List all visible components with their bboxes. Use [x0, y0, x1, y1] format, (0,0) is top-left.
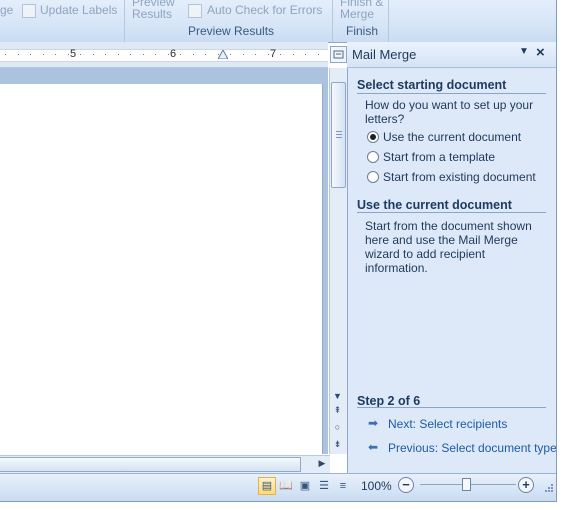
web-layout-icon[interactable]: ▣ — [296, 477, 314, 495]
pane-header: Mail Merge ▼ × — [347, 42, 556, 68]
ruler-tick — [280, 54, 281, 55]
close-icon[interactable]: × — [536, 44, 545, 61]
ruler-tick — [255, 54, 256, 55]
ruler-tick — [17, 54, 19, 55]
previous-page-icon[interactable]: ⇞ — [331, 404, 344, 416]
scroll-down-arrow-icon[interactable]: ▼ — [331, 390, 344, 402]
radio-from-existing[interactable] — [367, 171, 379, 183]
section-divider — [357, 212, 546, 213]
full-screen-reading-icon[interactable]: 📖 — [277, 477, 295, 495]
ruler-strip — [0, 49, 328, 62]
auto-check-icon — [188, 4, 202, 18]
ruler-tick — [130, 54, 131, 55]
ruler-tick — [317, 54, 319, 55]
select-browse-object-icon[interactable]: ○ — [331, 421, 344, 433]
ruler-tick — [180, 54, 181, 55]
print-layout-view-icon[interactable]: ▤ — [258, 477, 276, 495]
ruler-tick — [292, 54, 294, 55]
zoom-level[interactable]: 100% — [361, 479, 392, 493]
scroll-right-arrow-icon[interactable]: ▶ — [316, 457, 328, 470]
document-page[interactable] — [0, 84, 323, 454]
radio-label-from-existing[interactable]: Start from existing document — [383, 170, 536, 184]
next-step-link[interactable]: Next: Select recipients — [388, 417, 507, 431]
finish-merge-button[interactable]: Finish & Merge — [340, 0, 386, 20]
ruler-tick — [205, 54, 206, 55]
group-label-preview-results: Preview Results — [188, 24, 275, 38]
ruler-tick — [305, 54, 306, 55]
pane-title: Mail Merge — [352, 47, 417, 62]
horizontal-scroll-thumb[interactable] — [0, 457, 301, 472]
ruler-tick — [230, 54, 231, 55]
next-page-icon[interactable]: ⇟ — [331, 438, 344, 450]
zoom-slider-thumb[interactable] — [462, 478, 471, 491]
chevron-down-icon[interactable]: ▼ — [519, 46, 529, 57]
outline-view-icon[interactable]: ☰ — [315, 477, 333, 495]
ruler-label: 7 — [270, 48, 277, 60]
ruler-label: 6 — [170, 48, 177, 60]
resize-grip-icon[interactable] — [544, 483, 554, 493]
arrow-left-icon: ⬅ — [368, 440, 379, 454]
ribbon: ge Update Labels Preview Results Auto Ch… — [0, 0, 556, 43]
window-edge — [556, 0, 566, 510]
ruler-tick — [142, 54, 144, 55]
ruler-tick — [67, 54, 69, 55]
zoom-in-icon[interactable]: + — [518, 477, 534, 493]
radio-label-use-current[interactable]: Use the current document — [383, 130, 521, 144]
update-labels-button[interactable]: Update Labels — [40, 3, 117, 17]
ruler-tick — [155, 54, 156, 55]
ruler-tick — [117, 54, 119, 55]
arrow-right-icon: ➡ — [368, 416, 379, 430]
vertical-scroll-thumb[interactable] — [331, 82, 346, 188]
ruler-tick — [167, 54, 169, 55]
draft-view-icon[interactable]: ≡ — [334, 477, 352, 495]
radio-use-current[interactable] — [367, 131, 379, 143]
section-divider — [357, 407, 546, 408]
ruler-tick — [30, 54, 31, 55]
ruler-tick — [192, 54, 194, 55]
zoom-out-icon[interactable]: − — [398, 477, 414, 493]
ruler-tick — [242, 54, 244, 55]
ruler-label: 5 — [70, 48, 77, 60]
preview-results-button[interactable]: Preview Results — [132, 0, 176, 20]
previous-step-link[interactable]: Previous: Select document type — [388, 441, 557, 455]
indent-marker-icon[interactable] — [218, 50, 228, 59]
ribbon-separator — [124, 0, 125, 42]
ruler-tick — [92, 54, 94, 55]
radio-from-template[interactable] — [367, 151, 379, 163]
ruler-tick — [5, 54, 6, 55]
step-indicator: Step 2 of 6 — [357, 394, 421, 408]
section-title-use-current: Use the current document — [357, 198, 512, 212]
radio-label-from-template[interactable]: Start from a template — [383, 150, 495, 164]
window-border — [556, 0, 557, 502]
ruler-tick — [42, 54, 44, 55]
ribbon-truncated-text: ge — [0, 3, 14, 17]
ribbon-separator — [388, 0, 389, 42]
ribbon-separator — [332, 0, 333, 42]
window-border — [0, 501, 557, 502]
ruler-tick — [55, 54, 56, 55]
setup-question: How do you want to set up your letters? — [365, 98, 534, 126]
section-divider — [357, 93, 546, 94]
ruler-toggle-icon[interactable] — [330, 46, 347, 63]
ruler-tick — [80, 54, 81, 55]
section-description: Start from the document shown here and u… — [365, 219, 532, 275]
group-label-finish: Finish — [346, 24, 379, 38]
ruler-tick — [267, 54, 269, 55]
auto-check-errors-button[interactable]: Auto Check for Errors — [207, 3, 322, 17]
ruler-tick — [105, 54, 106, 55]
update-labels-icon — [22, 4, 36, 18]
section-title-select-starting: Select starting document — [357, 78, 507, 92]
